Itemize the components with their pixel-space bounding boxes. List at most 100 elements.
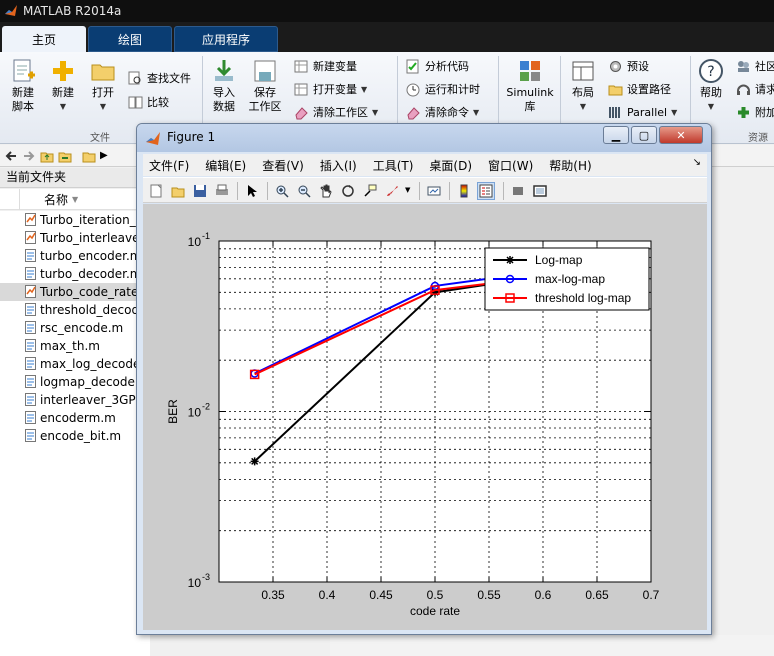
find-files-button[interactable]: 查找文件 [128,69,191,87]
tab-apps[interactable]: 应用程序 [174,26,278,52]
save-workspace-button[interactable]: 保存 工作区 [248,58,282,114]
file-list-item[interactable]: turbo_encoder.m [0,247,150,265]
minimize-button[interactable]: ▁ [603,126,629,144]
open-button[interactable]: 打开 ▼ [86,58,120,114]
menu-overflow-icon[interactable]: ↘ [693,157,701,168]
ber-plot[interactable]: 0.35 0.4 0.45 0.5 0.55 0.6 0.65 0.710 -310 -210 -1… [143,204,707,630]
parallel-button[interactable]: Parallel ▼ [608,103,677,121]
file-list-item[interactable]: Turbo_iteration_f [0,211,150,229]
file-list-item[interactable]: Turbo_code_rate [0,283,150,301]
figure-menu-item[interactable]: 文件(F) [143,157,195,174]
matlab-desktop: MATLAB R2014a 主页 绘图 应用程序 新建 脚本 新建 ▼ 打开 ▼… [0,0,774,656]
back-arrow-icon[interactable] [4,149,18,163]
parallel-label: Parallel [627,105,668,119]
run-and-time-button[interactable]: 运行和计时 [406,80,480,98]
file-list-item[interactable]: max_log_decode [0,355,150,373]
status-area [330,635,774,656]
layout-button[interactable]: 布局 ▼ [566,58,600,114]
figure-canvas: 0.35 0.4 0.45 0.5 0.55 0.6 0.65 0.7 10 -3 10 -2 10 -1… [143,204,707,630]
analyze-code-button[interactable]: 分析代码 [406,57,469,75]
name-column-header[interactable]: 名称 [20,191,68,208]
figure-menu-item[interactable]: 帮助(H) [543,157,597,174]
tab-home[interactable]: 主页 [2,26,86,52]
hide-plot-tools-icon[interactable] [509,182,527,200]
new-button[interactable]: 新建 ▼ [46,58,80,114]
new-variable-icon [294,60,308,72]
brush-icon[interactable] [383,182,401,200]
help-button[interactable]: ? 帮助 ▼ [696,58,726,114]
m-file-icon [25,321,36,334]
ribbon-tab-bar: 主页 绘图 应用程序 [0,22,774,52]
print-icon[interactable] [213,182,231,200]
addons-button[interactable]: 附加 [736,103,774,121]
support-icon [737,84,750,95]
open-label: 打开 [92,86,114,99]
close-button[interactable]: ✕ [659,126,703,144]
file-name: turbo_decoder.m [40,267,142,281]
open-variable-icon [294,83,308,95]
simulink-library-button[interactable]: Simulink 库 [504,58,556,114]
set-path-button[interactable]: 设置路径 [608,80,671,98]
save-icon[interactable] [191,182,209,200]
select-column[interactable] [0,188,20,210]
pointer-icon[interactable] [243,182,261,200]
path-chevron-icon[interactable]: ▶ [100,150,108,161]
file-list-item[interactable]: turbo_decoder.m [0,265,150,283]
open-file-icon[interactable] [169,182,187,200]
figure-title-bar[interactable]: Figure 1 ▁ ▢ ✕ [137,124,711,152]
fig-file-icon [25,213,36,226]
new-figure-icon[interactable] [147,182,165,200]
clear-workspace-button[interactable]: 清除工作区 ▼ [294,103,378,121]
request-support-button[interactable]: 请求 [736,80,774,98]
community-button[interactable]: 社区 [736,57,774,75]
file-list-header: 名称 ▼ [0,188,150,210]
file-list-item[interactable]: rsc_encode.m [0,319,150,337]
rotate-icon[interactable] [339,182,357,200]
figure-menu-item[interactable]: 工具(T) [367,157,420,174]
figure-menu-item[interactable]: 查看(V) [256,157,310,174]
figure-menu-item[interactable]: 编辑(E) [199,157,252,174]
figure-menu-item[interactable]: 插入(I) [314,157,363,174]
tab-plots[interactable]: 绘图 [88,26,172,52]
maximize-button[interactable]: ▢ [631,126,657,144]
clear-commands-button[interactable]: 清除命令 ▼ [406,103,479,121]
figure-logo-icon [146,132,160,145]
open-variable-button[interactable]: 打开变量 ▼ [294,80,367,98]
x-tick-label: 0.5 [427,588,444,602]
y-tick-label-exponent: -2 [202,402,210,412]
up-folder-icon[interactable] [40,149,54,163]
import-data-button[interactable]: 导入 数据 [208,58,240,114]
zoom-out-icon[interactable] [295,182,313,200]
sort-arrow-icon[interactable]: ▼ [72,195,78,204]
show-plot-tools-icon[interactable] [531,182,549,200]
data-cursor-icon[interactable] [361,182,379,200]
new-script-button[interactable]: 新建 脚本 [6,58,40,114]
file-list-item[interactable]: logmap_decode [0,373,150,391]
browse-folder-icon[interactable] [58,149,72,163]
new-variable-button[interactable]: 新建变量 [294,57,357,75]
import-data-icon [215,60,233,81]
file-list-item[interactable]: encode_bit.m [0,427,150,445]
figure-menu-item[interactable]: 窗口(W) [482,157,539,174]
file-list-item[interactable]: Turbo_interleave [0,229,150,247]
file-list-item[interactable]: encoderm.m [0,409,150,427]
legend-icon[interactable] [477,182,495,200]
link-plot-icon[interactable] [425,182,443,200]
figure-menu-item[interactable]: 桌面(D) [423,157,478,174]
parallel-icon [609,106,620,118]
brush-dropdown-icon[interactable]: ▼ [405,186,410,194]
file-name: encode_bit.m [40,429,122,443]
file-list-item[interactable]: threshold_decod [0,301,150,319]
file-list: Turbo_iteration_f Turbo_interleave turbo_e… [0,211,150,656]
colorbar-icon[interactable] [455,182,473,200]
compare-button[interactable]: 比较 [128,93,169,111]
file-list-item[interactable]: max_th.m [0,337,150,355]
preferences-button[interactable]: 预设 [608,57,649,75]
file-list-item[interactable]: interleaver_3GPP [0,391,150,409]
forward-arrow-icon[interactable] [22,149,36,163]
zoom-in-icon[interactable] [273,182,291,200]
new-script-icon [13,59,35,82]
layout-icon [572,61,594,81]
close-icon: ✕ [676,128,686,142]
pan-icon[interactable] [317,182,335,200]
